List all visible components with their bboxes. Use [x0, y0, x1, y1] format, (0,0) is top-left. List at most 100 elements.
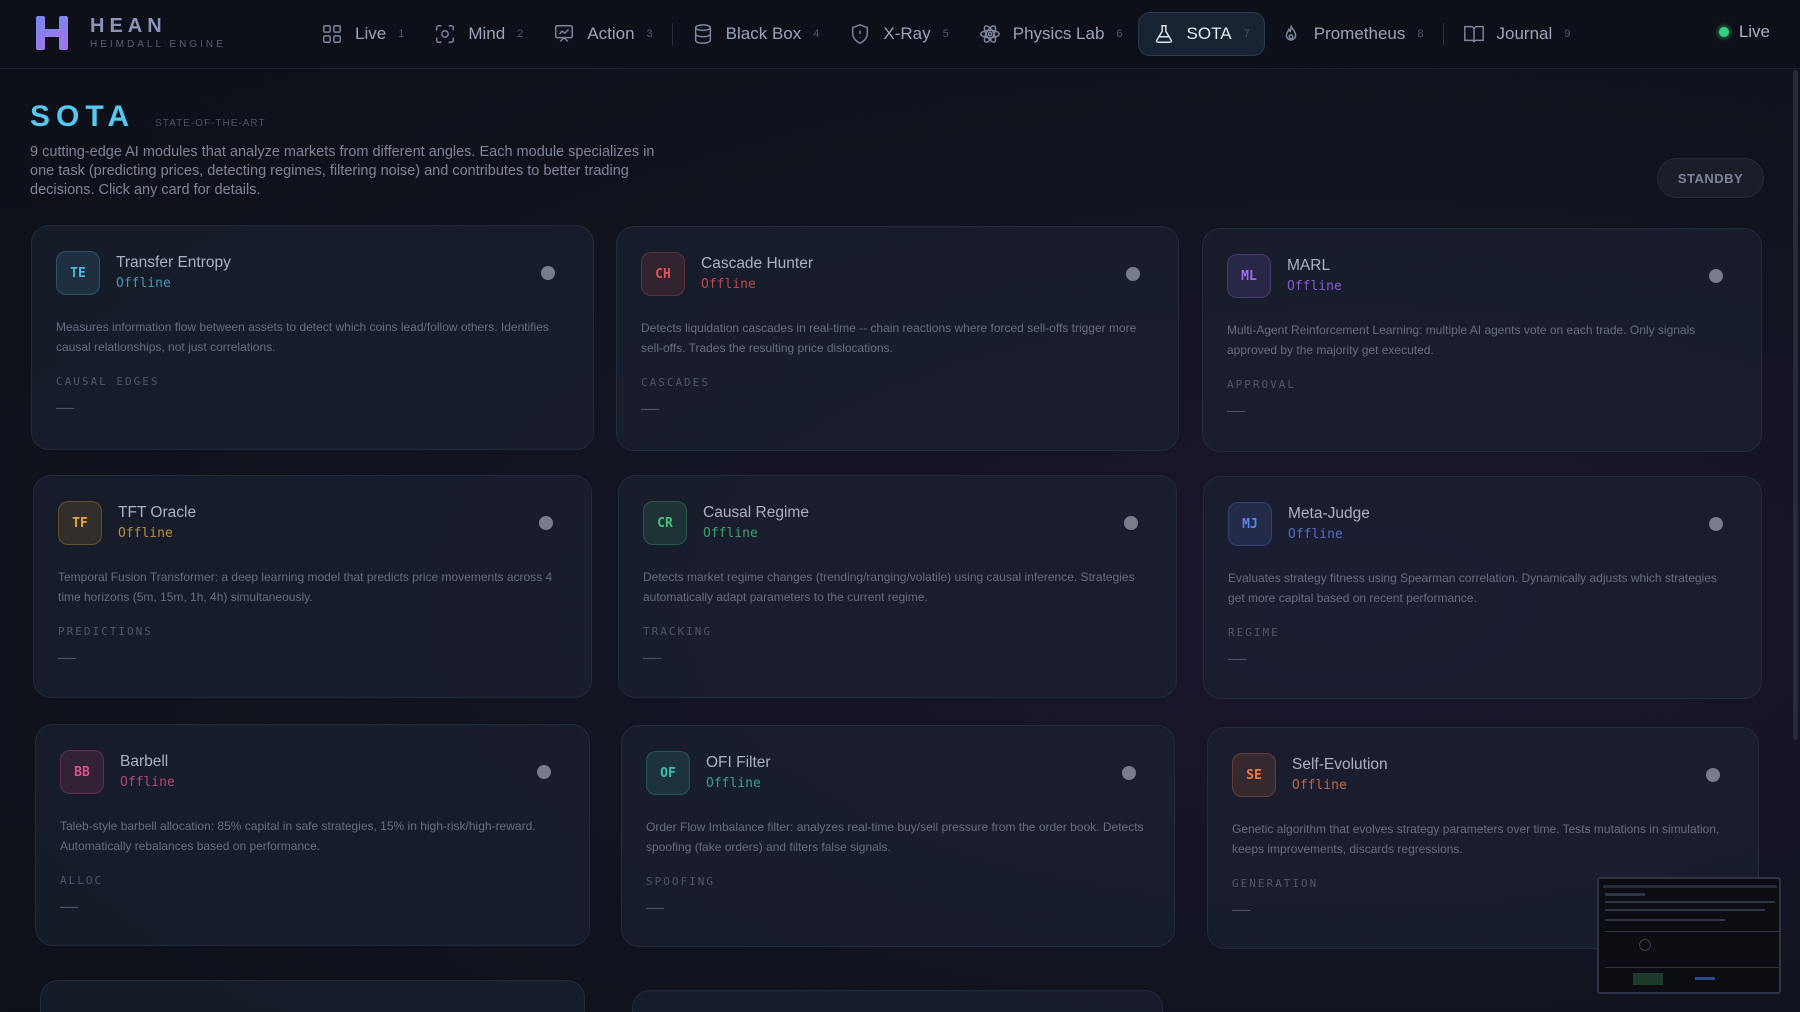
module-card-cascade-hunter[interactable]: CH Cascade Hunter Offline Detects liquid… — [616, 226, 1179, 451]
nav-x-ray[interactable]: X-Ray 5 — [834, 12, 963, 56]
module-status: Offline — [706, 776, 761, 791]
brand[interactable]: HEAN HEIMDALL ENGINE — [34, 14, 226, 52]
minimap-line — [1605, 909, 1765, 911]
module-badge: CR — [643, 501, 687, 545]
main-nav: Live 1 Mind 2 Action 3 Black Box 4 X-Ray… — [306, 12, 1585, 56]
module-description: Detects market regime changes (trending/… — [643, 570, 1135, 604]
module-status: Offline — [1292, 778, 1347, 793]
metric-label: ALLOC — [60, 874, 104, 887]
module-card-marl[interactable]: ML MARL Offline Multi-Agent Reinforcemen… — [1202, 228, 1762, 452]
page-scrollbar[interactable] — [1793, 70, 1798, 740]
metric-value: —— — [1227, 401, 1245, 420]
status-indicator-icon — [541, 266, 555, 280]
module-badge: CH — [641, 252, 685, 296]
module-card-transfer-entropy[interactable]: TE Transfer Entropy Offline Measures inf… — [31, 225, 594, 450]
atom-icon — [979, 25, 1000, 43]
module-card-barbell[interactable]: BB Barbell Offline Taleb-style barbell a… — [35, 724, 590, 946]
page-heading: SOTA — [30, 100, 136, 133]
page-title: SOTA STATE-OF-THE-ART — [30, 100, 266, 134]
nav-shortcut: 8 — [1417, 28, 1424, 40]
module-badge: ML — [1227, 254, 1271, 298]
module-card-partial[interactable] — [632, 990, 1163, 1012]
module-card-causal-regime[interactable]: CR Causal Regime Offline Detects market … — [618, 475, 1177, 698]
minimap-line — [1605, 893, 1645, 896]
metric-value: —— — [646, 898, 664, 917]
nav-shortcut: 6 — [1116, 28, 1123, 40]
metric-label: CAUSAL EDGES — [56, 375, 160, 388]
book-icon — [1463, 25, 1484, 43]
nav-label: Mind — [468, 24, 506, 43]
module-name: MARL — [1287, 257, 1331, 274]
nav-physics-lab[interactable]: Physics Lab 6 — [964, 12, 1138, 56]
metric-value: —— — [58, 648, 76, 667]
connection-status: Live — [1718, 22, 1770, 42]
standby-button[interactable]: STANDBY — [1657, 158, 1764, 198]
page-minimap[interactable] — [1597, 877, 1781, 994]
status-indicator-icon — [1124, 516, 1138, 530]
page-subtitle: STATE-OF-THE-ART — [155, 118, 266, 129]
metric-label: PREDICTIONS — [58, 625, 153, 638]
minimap-line — [1605, 931, 1779, 932]
module-name: TFT Oracle — [118, 504, 197, 521]
status-indicator-icon — [1709, 269, 1723, 283]
top-bar: HEAN HEIMDALL ENGINE Live 1 Mind 2 Actio… — [0, 0, 1800, 69]
minimap-line — [1605, 967, 1779, 968]
module-description: Order Flow Imbalance filter: analyzes re… — [646, 820, 1144, 854]
minimap-gauge — [1639, 939, 1651, 951]
nav-shortcut: 1 — [398, 28, 405, 40]
metric-value: —— — [641, 399, 659, 418]
module-badge: TF — [58, 501, 102, 545]
nav-prometheus[interactable]: Prometheus 8 — [1265, 12, 1439, 56]
minimap-line — [1605, 901, 1775, 903]
module-card-meta-judge[interactable]: MJ Meta-Judge Offline Evaluates strategy… — [1203, 476, 1762, 699]
module-status: Offline — [118, 526, 173, 541]
metric-value: —— — [1232, 900, 1250, 919]
nav-shortcut: 3 — [646, 28, 653, 40]
metric-value: —— — [60, 897, 78, 916]
module-card-tft-oracle[interactable]: TF TFT Oracle Offline Temporal Fusion Tr… — [33, 475, 592, 698]
nav-live[interactable]: Live 1 — [306, 12, 419, 56]
metric-label: GENERATION — [1232, 877, 1319, 890]
minimap-button — [1633, 973, 1663, 985]
module-badge: BB — [60, 750, 104, 794]
module-description: Detects liquidation cascades in real-tim… — [641, 321, 1137, 355]
board-icon — [555, 25, 574, 42]
metric-label: SPOOFING — [646, 875, 715, 888]
nav-journal[interactable]: Journal 9 — [1448, 12, 1586, 56]
metric-label: APPROVAL — [1227, 378, 1296, 391]
status-indicator-icon — [537, 765, 551, 779]
nav-shortcut: 4 — [813, 28, 820, 40]
module-description: Evaluates strategy fitness using Spearma… — [1228, 571, 1717, 605]
module-status: Offline — [1287, 279, 1342, 294]
nav-sota[interactable]: SOTA 7 — [1137, 12, 1265, 56]
minimap-line — [1695, 977, 1715, 980]
module-status: Offline — [116, 276, 171, 291]
minimap-line — [1605, 919, 1725, 921]
status-indicator-icon — [1126, 267, 1140, 281]
module-description: Temporal Fusion Transformer: a deep lear… — [58, 570, 553, 604]
module-description: Measures information flow between assets… — [56, 320, 549, 354]
module-name: Meta-Judge — [1288, 505, 1370, 522]
nav-label: Prometheus — [1313, 24, 1406, 43]
nav-action[interactable]: Action 3 — [538, 12, 667, 56]
module-card-ofi-filter[interactable]: OF OFI Filter Offline Order Flow Imbalan… — [621, 725, 1175, 947]
module-name: Cascade Hunter — [701, 255, 814, 272]
status-label: Live — [1738, 22, 1770, 41]
nav-label: X-Ray — [883, 24, 931, 43]
status-indicator-icon — [539, 516, 553, 530]
grid-icon — [323, 25, 341, 43]
module-badge: MJ — [1228, 502, 1272, 546]
module-status: Offline — [701, 277, 756, 292]
minimap-header — [1603, 885, 1777, 888]
module-badge: OF — [646, 751, 690, 795]
nav-shortcut: 9 — [1564, 28, 1571, 40]
nav-black-box[interactable]: Black Box 4 — [677, 12, 835, 56]
status-indicator-icon — [1706, 768, 1720, 782]
nav-shortcut: 7 — [1243, 28, 1250, 40]
brand-subtitle: HEIMDALL ENGINE — [90, 39, 226, 50]
module-badge: TE — [56, 251, 100, 295]
module-status: Offline — [1288, 527, 1343, 542]
module-card-partial[interactable] — [40, 980, 585, 1012]
module-badge: SE — [1232, 753, 1276, 797]
nav-mind[interactable]: Mind 2 — [419, 12, 538, 56]
